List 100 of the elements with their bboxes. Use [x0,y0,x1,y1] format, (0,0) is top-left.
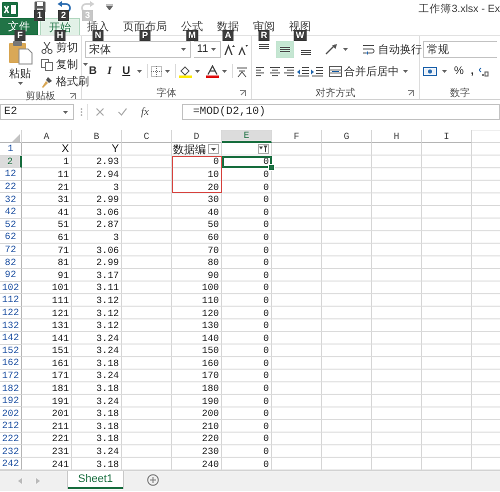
table-cell-text: 3.06 [95,244,120,256]
table-cell-text: 0 [262,193,270,206]
table-cell-text: 71 [56,244,70,256]
table-cell-text: 120 [200,306,220,320]
table-cell-text: 3.18 [95,357,120,370]
table-cell-text: 3.06 [95,206,120,219]
table-cell-text: 3.11 [95,282,120,294]
group-label: 对齐方式 [316,86,356,100]
table-cell-text: 201 [50,407,70,420]
table-cell-text: 51 [56,218,70,232]
table-cell-text: 61 [56,231,70,244]
table-cell-text: 80 [206,256,220,269]
table-cell-text: 2.99 [95,193,120,206]
table-cell-text: 0 [262,180,270,194]
table-cell-text: 231 [50,445,70,458]
keytip: W [294,30,306,41]
table-cell-text: 3.12 [95,294,120,307]
table-cell-text: 91 [56,268,70,282]
column-title: X [62,143,69,156]
table-cell-text: 0 [262,432,270,446]
table-cell-text: 0 [262,244,270,256]
keytip: M [186,30,198,41]
keytip: A [222,30,234,41]
group-label: 数字 [450,86,470,99]
keytip: 1 [34,10,45,21]
window-title: 工作簿3.xlsx - Ex [418,2,500,17]
table-cell-text: 0 [262,420,270,433]
table-cell-text: 131 [50,319,70,332]
table-cell-text: 3.24 [95,370,120,382]
table-cell-text: 181 [50,382,70,395]
table-cell: 0 [222,156,272,168]
table-cell-text: 3.18 [95,432,120,446]
table-cell-text: 140 [200,332,220,344]
table-cell-text: 2.87 [95,218,120,232]
table-cell-text: 3.24 [95,394,120,408]
keytip: N [92,30,104,41]
table-cell: 0 [172,156,222,168]
table-cell-text: 230 [200,445,220,458]
table-cell-text: 0 [262,168,270,181]
table-cell-text: 3 [112,231,120,244]
table-cell-text: 3.24 [95,344,120,358]
table-cell-text: 2.93 [95,156,120,168]
table-cell-text: 2.94 [95,168,120,181]
table-cell-text: 241 [50,458,70,470]
table-cell-text: 240 [200,458,220,470]
table-cell-text: 0 [262,306,270,320]
table-cell-text: 0 [262,445,270,458]
keytip: 3 [82,10,93,21]
table-cell-text: 3.18 [95,382,120,395]
table-cell-text: 171 [50,370,70,382]
table-cell-text: 0 [262,407,270,420]
table-cell-text: 41 [56,206,70,219]
table-cell: 20 [172,180,222,194]
table-cell-text: 0 [262,218,270,232]
table-cell-text: 31 [56,193,70,206]
table-cell-text: 210 [200,420,220,433]
table-cell-text: 110 [200,294,220,307]
keytip: H [54,30,66,41]
table-cell-text: 3.12 [95,319,120,332]
table-cell-text: 170 [200,370,220,382]
table-cell-text: 90 [206,268,220,282]
table-cell-text: 70 [206,244,220,256]
table-cell-text: 150 [200,344,220,358]
table-cell-text: 0 [262,357,270,370]
table-cell-text: 81 [56,256,70,269]
table-cell-text: 190 [200,394,220,408]
table-cell-text: 0 [262,256,270,269]
table-cell-text: 221 [50,432,70,446]
table-cell-text: 0 [262,282,270,294]
table-cell-text: 121 [50,306,70,320]
keytip: P [140,30,150,41]
table-cell-text: 11 [56,168,70,181]
table-cell-text: 3.18 [95,420,120,433]
keytip: 2 [58,10,69,21]
table-cell-text: 151 [50,344,70,358]
table-cell-text: 141 [50,332,70,344]
table-cell-text: 50 [206,218,220,232]
table-cell-text: 3.18 [95,407,120,420]
table-cell-text: 0 [262,370,270,382]
table-cell-text: 0 [262,344,270,358]
table-cell-text: 0 [262,231,270,244]
table-cell-text: 3.12 [95,306,120,320]
table-cell-text: 160 [200,357,220,370]
keytip: F [14,30,26,41]
table-cell-text: 1 [62,156,70,168]
table-cell-text: 3 [112,180,120,194]
table-cell-text: 3.18 [95,458,120,470]
group-label: 字体 [156,86,176,100]
table-cell-text: 180 [200,382,220,395]
table-cell-text: 111 [50,294,70,307]
table-cell-text: 30 [206,193,220,206]
column-title: Y [112,143,119,156]
table-cell-text: 0 [262,268,270,282]
table-cell-text: 3.24 [95,445,120,458]
table-cell: 10 [172,168,222,181]
table-cell-text: 0 [262,382,270,395]
table-cell-text: 0 [262,319,270,332]
table-cell-text: 161 [50,357,70,370]
keytip: R [258,30,270,41]
table-cell-text: 101 [50,282,70,294]
